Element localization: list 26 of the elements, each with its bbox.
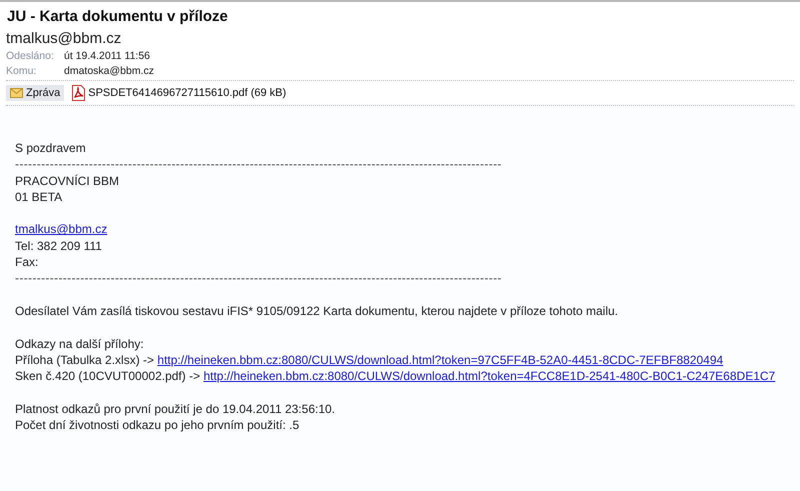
phone-text: Tel: 382 209 111 bbox=[15, 238, 103, 254]
download-link[interactable]: http://heineken.bbm.cz:8080/CULWS/download.html?token=4FCC8E1D-2541-480C-B0C1-C247E68DE1C7 bbox=[203, 369, 776, 384]
field-label: Odesláno: bbox=[6, 50, 55, 62]
signature-line: PRACOVNÍCI BBM bbox=[15, 172, 120, 189]
message-text: Odesílatel Vám zasílá tiskovou sestavu iFIS* 9105/09122 Karta dokumentu, kterou najdete v příloze tohoto mailu. bbox=[15, 302, 620, 320]
links-heading: Odkazy na další přílohy: bbox=[15, 336, 145, 352]
sender-address: tmalkus@bbm.cz bbox=[6, 30, 122, 47]
link-label: Příloha (Tabulka 2.xlsx) -> bbox=[15, 352, 154, 367]
fax-text: Fax: bbox=[15, 254, 40, 270]
download-link[interactable]: http://heineken.bbm.cz:8080/CULWS/download.html?token=97C5FF4B-52A0-4451-8CDC-7EFBF8820494 bbox=[157, 352, 724, 367]
field-value: út 19.4.2011 11:56 bbox=[64, 50, 150, 62]
field-label: Komu: bbox=[6, 65, 38, 77]
email-link[interactable]: tmalkus@bbm.cz bbox=[15, 222, 108, 236]
signature-line: 01 BETA bbox=[15, 188, 64, 206]
message-tab[interactable]: Zpráva bbox=[6, 85, 64, 101]
separator-line: ---------------------------------------------------------------------------------------------------------------- bbox=[15, 156, 503, 173]
separator-line: ---------------------------------------------------------------------------------------------------------------- bbox=[15, 270, 503, 287]
attachment-button[interactable]: SPSDET6414696727115610.pdf (69 kB) bbox=[68, 83, 290, 103]
validity-text: Počet dní životnosti odkazu po jeho prvním použití: .5 bbox=[15, 417, 300, 434]
pdf-icon bbox=[72, 85, 86, 101]
validity-text: Platnost odkazů pro první použití je do 19.04.2011 23:56:10. bbox=[15, 400, 336, 418]
greeting-text: S pozdravem bbox=[15, 140, 87, 156]
field-value: dmatoska@bbm.cz bbox=[64, 65, 154, 77]
envelope-icon bbox=[10, 88, 23, 98]
link-label: Sken č.420 (10CVUT00002.pdf) -> bbox=[15, 369, 200, 384]
email-subject: JU - Karta dokumentu v příloze bbox=[6, 8, 229, 25]
